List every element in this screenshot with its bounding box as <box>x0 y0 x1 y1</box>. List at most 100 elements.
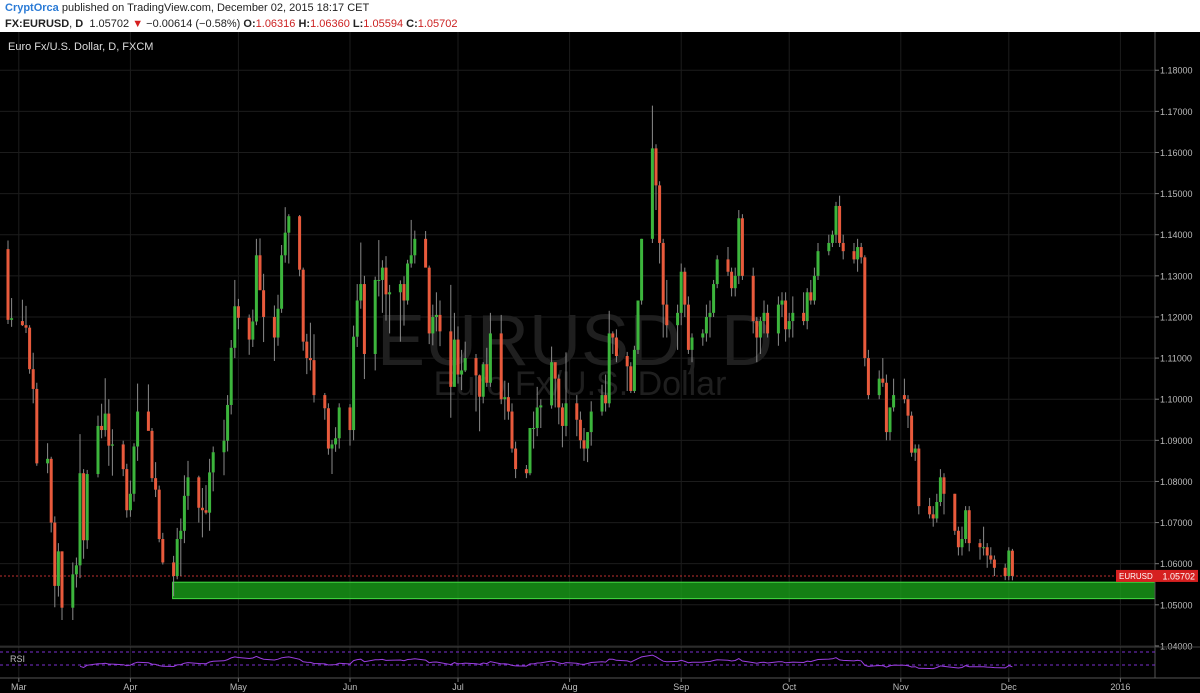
candle <box>640 238 644 305</box>
candle-body <box>589 411 593 433</box>
candle-body <box>182 495 186 531</box>
y-tick-label: 1.11000 <box>1160 354 1192 364</box>
candle-body <box>658 185 662 243</box>
y-tick-label: 1.14000 <box>1160 230 1193 240</box>
candle-body <box>564 403 568 426</box>
candle-body <box>701 333 705 338</box>
candle-body <box>352 336 356 431</box>
candle-body <box>74 565 78 575</box>
candle-body <box>20 321 24 326</box>
candle <box>229 339 233 415</box>
candle-body <box>676 312 680 326</box>
price-axis[interactable]: 1.18000 1.17000 1.16000 1.15000 1.14000 1.130… <box>1155 66 1193 652</box>
candle-body <box>211 452 215 473</box>
candle-body <box>816 251 820 276</box>
candle-body <box>582 440 586 449</box>
candle-body <box>888 407 892 433</box>
candle-body <box>766 312 770 334</box>
candle <box>157 485 161 543</box>
candle <box>629 362 633 394</box>
candle-body <box>172 562 176 577</box>
high-value: 1.06360 <box>310 18 350 30</box>
candle-body <box>524 469 528 474</box>
candle-body <box>784 300 788 330</box>
candle-body <box>1010 550 1014 576</box>
x-tick-label: Oct <box>782 682 797 692</box>
candle-body <box>334 438 338 445</box>
candle <box>28 325 32 374</box>
candle-body <box>758 321 762 338</box>
candle-body <box>362 284 366 354</box>
candle-body <box>830 234 834 243</box>
candle-body <box>355 300 359 337</box>
candle-body <box>384 267 388 295</box>
candle-body <box>535 407 539 428</box>
candle <box>49 456 53 533</box>
candle-body <box>499 333 503 400</box>
candle-body <box>841 242 845 252</box>
candle <box>910 411 914 457</box>
candle-body <box>960 539 964 548</box>
candle <box>964 506 968 544</box>
candle <box>953 493 957 535</box>
price-label-value: 1.05702 <box>1162 571 1195 581</box>
candle-body <box>1007 550 1011 577</box>
x-tick-label: Jul <box>452 682 464 692</box>
candle-body <box>787 321 791 330</box>
candle-body <box>258 255 262 291</box>
candle-body <box>737 218 741 276</box>
x-tick-label: Nov <box>893 682 910 692</box>
candle-body <box>276 308 280 338</box>
candle-body <box>629 366 633 391</box>
candle-body <box>427 267 431 334</box>
candle-body <box>740 218 744 276</box>
x-tick-label: Dec <box>1001 682 1018 692</box>
symbol-label: FX:EURUSD <box>5 18 70 30</box>
candle-body <box>71 574 75 608</box>
candle-body <box>46 458 50 464</box>
candle-body <box>456 339 460 375</box>
y-tick-label: 1.18000 <box>1160 66 1193 76</box>
candle-body <box>434 314 438 317</box>
y-tick-label: 1.07000 <box>1160 518 1193 528</box>
candle <box>863 255 867 367</box>
candle-body <box>978 543 982 548</box>
candle-body <box>28 327 32 370</box>
candle-body <box>272 316 276 338</box>
author-name[interactable]: CryptOrca <box>5 2 59 14</box>
candle-body <box>251 321 255 340</box>
candle-body <box>478 375 482 397</box>
candle-body <box>809 292 813 301</box>
candle-body <box>388 292 392 295</box>
candle-body <box>326 408 330 449</box>
x-tick-label: 2016 <box>1110 682 1130 692</box>
candle-body <box>474 358 478 376</box>
x-tick-label: Mar <box>11 682 27 692</box>
candle-body <box>298 216 302 270</box>
candle-body <box>128 493 132 511</box>
down-arrow-icon: ▼ <box>132 18 144 30</box>
open-label: O: <box>243 18 256 30</box>
candle-body <box>305 341 309 359</box>
candle-body <box>762 312 766 322</box>
candle-body <box>683 271 687 305</box>
candle-body <box>550 362 554 406</box>
candle-body <box>96 425 100 475</box>
candle-body <box>913 448 917 453</box>
candle-body <box>935 502 939 519</box>
candle-body <box>280 255 284 309</box>
candlestick-chart[interactable]: EURUSD, D Euro Fx/U.S. Dollar 1.180001.1… <box>0 32 1200 693</box>
candle-body <box>146 411 150 431</box>
candle-body <box>902 395 906 400</box>
candle <box>427 265 431 345</box>
candle-body <box>859 247 863 258</box>
y-tick-label: 1.12000 <box>1160 312 1193 322</box>
candle-body <box>229 347 233 405</box>
candle-body <box>413 238 417 256</box>
candle-body <box>110 444 114 446</box>
candle-body <box>557 378 561 408</box>
candle-body <box>726 259 730 272</box>
candle-body <box>640 238 644 301</box>
published-text: published on TradingView.com, December 0… <box>61 2 370 14</box>
candle-body <box>755 321 759 338</box>
